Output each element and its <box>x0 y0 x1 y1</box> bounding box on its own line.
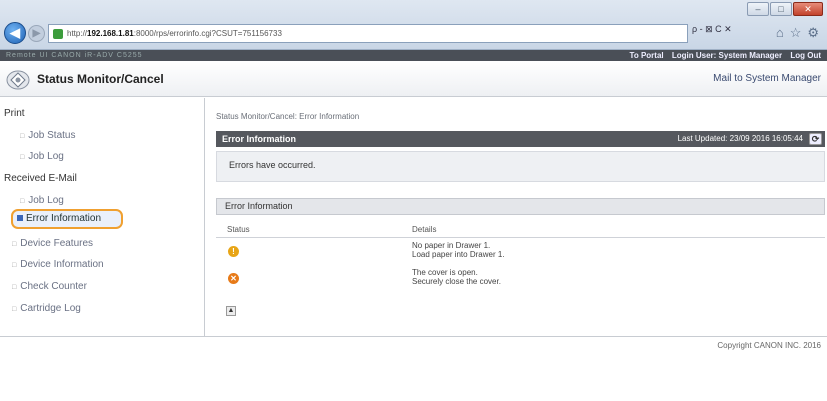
sidebar-item-email-job-log[interactable]: Job Log <box>20 195 225 206</box>
sidebar-item-error-information[interactable]: Error Information <box>11 209 123 229</box>
scroll-to-top-icon[interactable]: ▲ <box>226 306 236 316</box>
divider <box>216 237 825 238</box>
active-bullet-icon <box>17 215 23 221</box>
home-icon[interactable]: ⌂ <box>776 25 784 41</box>
minimize-icon[interactable]: – <box>747 2 769 16</box>
favorites-icon[interactable]: ☆ <box>790 25 802 41</box>
detail-line: Load paper into Drawer 1. <box>412 250 505 259</box>
site-icon <box>53 28 63 39</box>
search-refresh-stop-icons[interactable]: ρ - ⊠ C ✕ <box>692 24 732 35</box>
panel-title: Error Information <box>222 134 297 144</box>
sidebar-item-print-job-status[interactable]: Job Status <box>20 130 225 141</box>
close-icon[interactable]: ✕ <box>793 2 823 16</box>
last-updated: Last Updated: 23/09 2016 16:05:44 <box>677 134 803 143</box>
maximize-icon[interactable]: □ <box>770 2 792 16</box>
sidebar-item-device-information[interactable]: Device Information <box>12 259 217 270</box>
column-details: Details <box>412 225 437 234</box>
table-row: ✕ The cover is open. Securely close the … <box>216 268 825 290</box>
breadcrumb: Status Monitor/Cancel: Error Information <box>216 112 360 121</box>
sidebar-heading-print: Print <box>4 108 25 119</box>
row-details: The cover is open. Securely close the co… <box>412 268 501 286</box>
detail-line: The cover is open. <box>412 268 478 277</box>
warning-icon: ! <box>228 246 239 257</box>
logout-link[interactable]: Log Out <box>790 51 821 60</box>
address-bar[interactable]: http:// 192.168.1.81 :8000/rps/errorinfo… <box>48 24 688 43</box>
table-header: Status Details <box>206 225 827 237</box>
main-content: Status Monitor/Cancel: Error Information… <box>206 98 827 336</box>
column-status: Status <box>227 225 250 234</box>
sidebar-item-device-features[interactable]: Device Features <box>12 238 217 249</box>
back-button[interactable]: ◀ <box>4 22 26 44</box>
page-title: Status Monitor/Cancel <box>37 72 164 86</box>
forward-button[interactable]: ▶ <box>28 25 45 42</box>
title-bar: Status Monitor/Cancel Mail to System Man… <box>0 62 827 97</box>
footer-divider <box>0 336 827 337</box>
address-tools[interactable]: ρ - ⊠ C ✕ <box>692 24 732 35</box>
address-prefix: http:// <box>67 29 88 38</box>
address-path: :8000/rps/errorinfo.cgi?CSUT=751156733 <box>133 29 282 38</box>
error-icon: ✕ <box>228 273 239 284</box>
error-information-panel-header: Error Information Last Updated: 23/09 20… <box>216 131 825 147</box>
row-details: No paper in Drawer 1. Load paper into Dr… <box>412 241 505 259</box>
copyright: Copyright CANON INC. 2016 <box>717 341 821 350</box>
to-portal-link[interactable]: To Portal <box>630 51 664 60</box>
sidebar-item-label: Error Information <box>26 213 102 224</box>
login-user-label: Login User: System Manager <box>671 51 783 60</box>
table-row: ! No paper in Drawer 1. Load paper into … <box>216 241 825 263</box>
sidebar: Print Job Status Job Log Received E-Mail… <box>0 98 205 336</box>
address-host: 192.168.1.81 <box>87 29 134 38</box>
refresh-icon[interactable]: ⟳ <box>809 133 822 145</box>
detail-line: No paper in Drawer 1. <box>412 241 491 250</box>
browser-icons: ⌂ ☆ ⚙ <box>776 25 819 41</box>
section-header: Error Information <box>216 198 825 215</box>
sidebar-item-cartridge-log[interactable]: Cartridge Log <box>12 303 217 314</box>
settings-icon[interactable]: ⚙ <box>807 25 819 41</box>
top-bar: Remote UI CANON iR-ADV C5255 To Portal L… <box>0 50 827 61</box>
status-monitor-icon <box>6 70 30 90</box>
sidebar-heading-received-email: Received E-Mail <box>4 173 77 184</box>
mail-to-system-manager-link[interactable]: Mail to System Manager <box>713 73 821 84</box>
browser-chrome: – □ ✕ ◀ ▶ http:// 192.168.1.81 :8000/rps… <box>0 0 827 50</box>
sidebar-item-print-job-log[interactable]: Job Log <box>20 151 225 162</box>
detail-line: Securely close the cover. <box>412 277 501 286</box>
status-message: Errors have occurred. <box>216 151 825 182</box>
device-name: Remote UI CANON iR-ADV C5255 <box>6 52 143 59</box>
sidebar-item-check-counter[interactable]: Check Counter <box>12 281 217 292</box>
window-controls: – □ ✕ <box>747 2 823 16</box>
